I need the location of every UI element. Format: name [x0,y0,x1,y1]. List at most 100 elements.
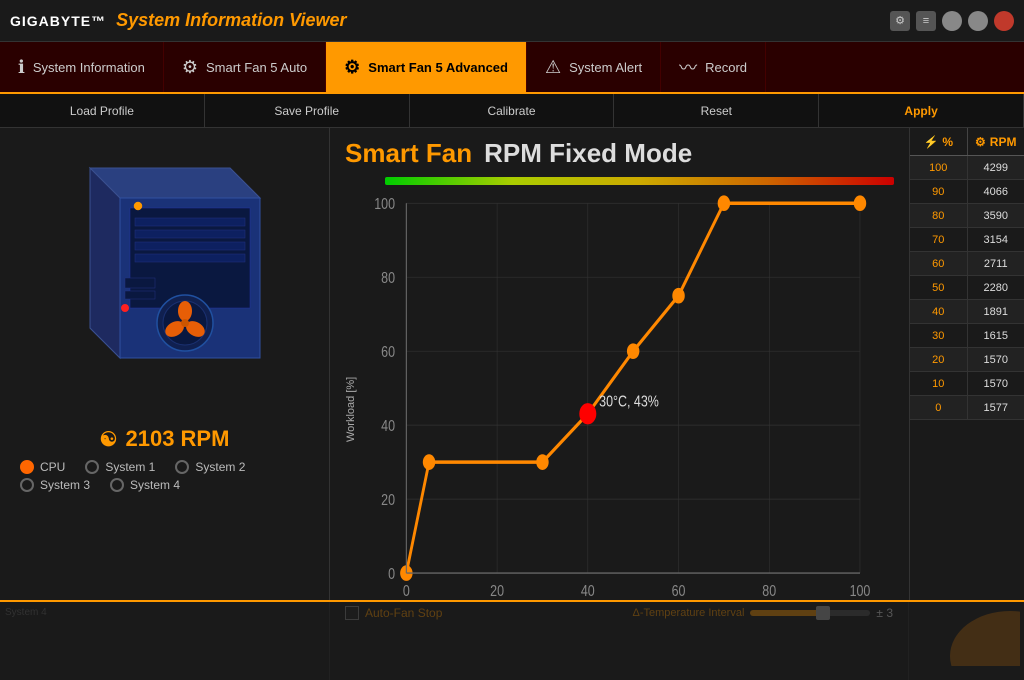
fan-source-system4[interactable]: System 4 [110,478,180,492]
maximize-button[interactable] [968,11,988,31]
rpm-cell-pct: 70 [910,228,968,251]
rpm-cell-pct: 80 [910,204,968,227]
bottom-reflection: System 4 Auto-Fan Stop Δ-Temperature Int… [0,600,1024,680]
pc-visual [30,138,300,418]
app-title: System Information Viewer [116,10,890,31]
bolt-icon: ⚡ [923,135,938,149]
system4-label: System 4 [130,478,180,492]
rpm-cell-val: 1570 [968,372,1024,395]
nav-smart-fan-auto-label: Smart Fan 5 Auto [206,60,307,75]
save-profile-button[interactable]: Save Profile [205,94,410,127]
rpm-row: 0 1577 [910,396,1024,420]
svg-text:0: 0 [388,564,395,582]
rpm-row: 60 2711 [910,252,1024,276]
title-bar: GIGABYTE™ System Information Viewer ⚙ ≡ [0,0,1024,42]
system1-dot [85,460,99,474]
load-profile-button[interactable]: Load Profile [0,94,205,127]
left-panel: ☯ 2103 RPM CPU System 1 System 2 System … [0,128,330,680]
record-icon: 〰 [679,54,697,80]
close-button[interactable] [994,11,1014,31]
rpm-table-header: ⚡ % ⚙ RPM [910,128,1024,156]
system4-dot [110,478,124,492]
svg-text:80: 80 [762,581,776,599]
rpm-cell-pct: 0 [910,396,968,419]
reset-button[interactable]: Reset [614,94,819,127]
rpm-header-label: RPM [990,135,1017,149]
nav-record-label: Record [705,60,747,75]
cpu-label: CPU [40,460,65,474]
rpm-cell-val: 1570 [968,348,1024,371]
chart-title-white: RPM Fixed Mode [484,138,692,169]
nav-system-alert[interactable]: ⚠ System Alert [527,42,661,92]
system3-label: System 3 [40,478,90,492]
toolbar: Load Profile Save Profile Calibrate Rese… [0,94,1024,128]
calibrate-button[interactable]: Calibrate [410,94,615,127]
center-panel: Smart Fan RPM Fixed Mode Workload [%] .g… [330,128,909,680]
rpm-col-pct-header: ⚡ % [910,128,968,155]
nav-system-info-label: System Information [33,60,145,75]
svg-text:100: 100 [374,195,395,213]
rpm-row: 40 1891 [910,300,1024,324]
svg-text:40: 40 [581,581,595,599]
fan-source-system3[interactable]: System 3 [20,478,90,492]
rpm-value: 2103 RPM [125,426,229,452]
rpm-cell-pct: 20 [910,348,968,371]
reflection-content: System 4 Auto-Fan Stop Δ-Temperature Int… [0,602,1024,680]
rpm-cell-pct: 100 [910,156,968,179]
rpm-row: 70 3154 [910,228,1024,252]
fan-icon-header: ⚙ [975,135,986,149]
gradient-bar [385,177,894,185]
rpm-cell-val: 2280 [968,276,1024,299]
system3-dot [20,478,34,492]
rpm-row: 10 1570 [910,372,1024,396]
app-logo: GIGABYTE™ [10,13,106,29]
rpm-cell-val: 1615 [968,324,1024,347]
system-alert-icon: ⚠ [545,57,561,78]
svg-text:30°C, 43%: 30°C, 43% [599,392,659,410]
y-axis-label: Workload [%] [345,189,357,630]
system-info-icon: ℹ [18,57,25,78]
rpm-cell-pct: 60 [910,252,968,275]
logo-text: GIGABYTE [10,13,91,29]
rpm-col-rpm-header: ⚙ RPM [968,128,1024,155]
nav-system-alert-label: System Alert [569,60,642,75]
rpm-row: 80 3590 [910,204,1024,228]
svg-text:60: 60 [381,342,395,360]
fan-source-system1[interactable]: System 1 [85,460,155,474]
svg-text:40: 40 [381,416,395,434]
chart-svg-container: .grid-line { stroke: #333; stroke-width:… [361,189,894,630]
system2-label: System 2 [195,460,245,474]
rpm-cell-val: 4299 [968,156,1024,179]
rpm-row: 90 4066 [910,180,1024,204]
nav-record[interactable]: 〰 Record [661,42,766,92]
right-panel: ⚡ % ⚙ RPM 100 4299 90 4066 80 3590 70 31… [909,128,1024,680]
nav-system-info[interactable]: ℹ System Information [0,42,164,92]
minimize-button[interactable] [942,11,962,31]
fan-source-system2[interactable]: System 2 [175,460,245,474]
svg-text:0: 0 [403,581,410,599]
rpm-table-body: 100 4299 90 4066 80 3590 70 3154 60 2711… [910,156,1024,600]
main-content: ☯ 2103 RPM CPU System 1 System 2 System … [0,128,1024,680]
rpm-cell-val: 4066 [968,180,1024,203]
smart-fan-auto-icon: ⚙ [182,57,198,78]
rpm-row: 50 2280 [910,276,1024,300]
gradient-bar-container [345,177,894,185]
settings-button[interactable]: ⚙ [890,11,910,31]
nav-smart-fan-advanced[interactable]: ⚙ Smart Fan 5 Advanced [326,42,527,92]
svg-text:100: 100 [850,581,871,599]
rpm-cell-val: 1891 [968,300,1024,323]
apply-button[interactable]: Apply [819,94,1024,127]
rpm-cell-val: 3590 [968,204,1024,227]
nav-bar: ℹ System Information ⚙ Smart Fan 5 Auto … [0,42,1024,94]
menu-button[interactable]: ≡ [916,11,936,31]
system1-label: System 1 [105,460,155,474]
chart-wrapper: Workload [%] .grid-line { stroke: #333; … [345,189,894,630]
rpm-row: 20 1570 [910,348,1024,372]
pct-header-label: % [942,135,953,149]
fan-source-cpu[interactable]: CPU [20,460,65,474]
cpu-dot [20,460,34,474]
svg-text:60: 60 [672,581,686,599]
nav-smart-fan-auto[interactable]: ⚙ Smart Fan 5 Auto [164,42,326,92]
rpm-cell-val: 1577 [968,396,1024,419]
rpm-cell-pct: 40 [910,300,968,323]
